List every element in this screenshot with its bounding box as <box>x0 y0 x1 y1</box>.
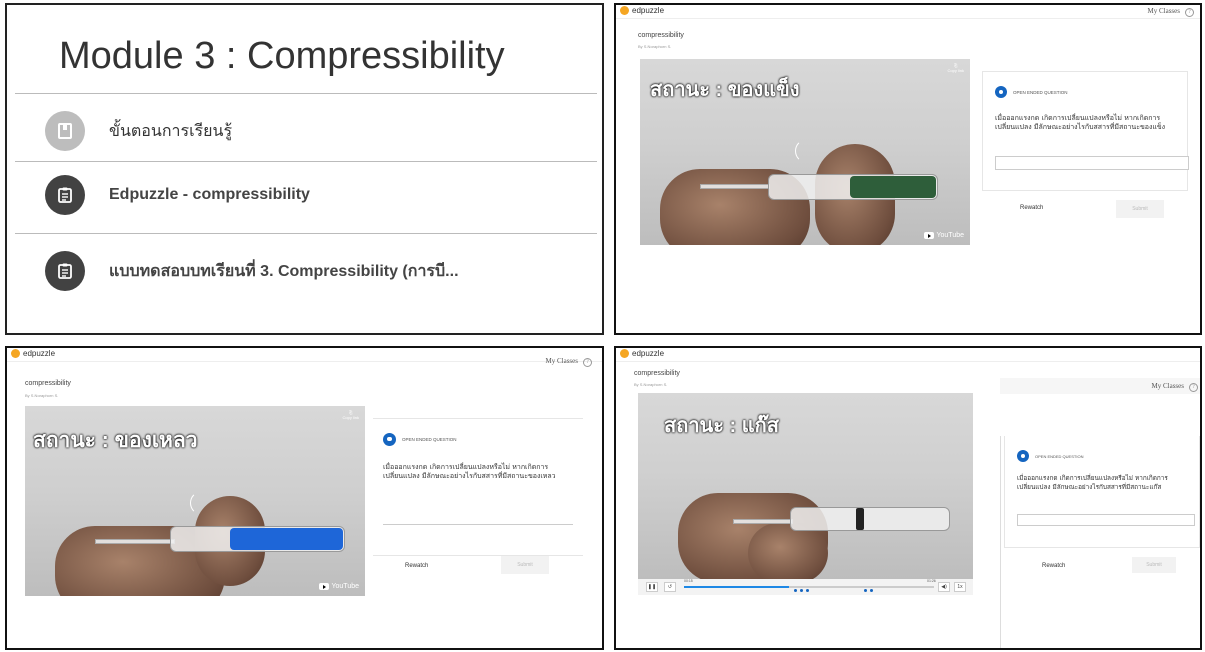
youtube-icon <box>924 232 935 239</box>
question-text: เมื่อออกแรงกด เกิดการเปลี่ยนแปลงหรือไม่ … <box>1017 474 1168 491</box>
edpuzzle-screen-liquid: edpuzzle My Classes? compressibility By … <box>5 346 604 650</box>
video-author: By S.Noraphorn S. <box>638 44 672 49</box>
youtube-logo: YouTube <box>319 583 359 590</box>
question-marker[interactable] <box>800 589 803 592</box>
module-item-label: แบบทดสอบบทเรียนที่ 3. Compressibility (ก… <box>109 262 459 280</box>
logo-icon <box>620 6 629 15</box>
top-bar: edpuzzle <box>616 348 1200 362</box>
question-card: OPEN ENDED QUESTION เมื่อออกแรงกด เกิดกา… <box>982 71 1189 191</box>
state-label: สถานะ : ของเหลว <box>33 429 198 452</box>
question-icon <box>1017 450 1029 462</box>
edpuzzle-screen-gas: edpuzzle My Classes? compressibility By … <box>614 346 1202 650</box>
syringe-plunger-seal <box>856 508 864 530</box>
assignment-icon <box>45 175 85 215</box>
question-icon <box>995 86 1007 98</box>
question-icon <box>383 433 396 446</box>
question-card: OPEN ENDED QUESTION เมื่อออกแรงกด เกิดกา… <box>373 418 583 556</box>
question-card: OPEN ENDED QUESTION เมื่อออกแรงกด เกิดกา… <box>1004 436 1200 548</box>
submit-button[interactable]: Submit <box>1116 200 1164 218</box>
pause-button[interactable]: ❚❚ <box>646 582 658 592</box>
copy-link-icon[interactable]: ⎘ Copy link <box>343 410 359 420</box>
top-bar: edpuzzle My Classes? <box>7 348 602 367</box>
question-text: เมื่อออกแรงกด เกิดการเปลี่ยนแปลงหรือไม่ … <box>995 114 1166 132</box>
video-player[interactable]: สถานะ : ของแข็ง ⎘ Copy link YouTube <box>640 59 970 245</box>
question-marker[interactable] <box>864 589 867 592</box>
classes-bar: My Classes? <box>1000 378 1200 394</box>
video-player[interactable]: สถานะ : ของเหลว ⎘ Copy link YouTube <box>25 406 365 596</box>
module-item-label: ขั้นตอนการเรียนรู้ <box>109 122 233 140</box>
speed-button[interactable]: 1x <box>954 582 966 592</box>
question-header: OPEN ENDED QUESTION <box>1017 450 1083 462</box>
divider <box>15 161 597 162</box>
top-bar: edpuzzle My Classes? <box>616 5 1200 19</box>
module-item-label: Edpuzzle - compressibility <box>109 186 310 203</box>
my-classes-link[interactable]: My Classes? <box>1152 382 1198 392</box>
hand-image <box>748 523 828 579</box>
question-marker[interactable] <box>806 589 809 592</box>
state-label: สถานะ : ของแข็ง <box>650 79 800 101</box>
help-icon[interactable]: ? <box>1189 383 1198 392</box>
submit-button[interactable]: Submit <box>1132 557 1176 573</box>
edpuzzle-screen-solid: edpuzzle My Classes? compressibility By … <box>614 3 1202 335</box>
answer-input[interactable] <box>383 511 573 525</box>
my-classes-link[interactable]: My Classes? <box>546 357 592 367</box>
video-author: By S.Noraphorn S. <box>634 382 668 387</box>
question-marker[interactable] <box>870 589 873 592</box>
question-header: OPEN ENDED QUESTION <box>383 433 457 446</box>
logo-icon <box>620 349 629 358</box>
video-author: By S.Noraphorn S. <box>25 393 59 398</box>
video-title: compressibility <box>634 370 680 377</box>
help-icon[interactable]: ? <box>583 358 592 367</box>
youtube-icon <box>319 583 330 590</box>
syringe-plunger <box>95 539 175 544</box>
my-classes-link[interactable]: My Classes? <box>1148 7 1194 17</box>
question-header: OPEN ENDED QUESTION <box>995 86 1068 98</box>
loading-spinner <box>190 491 214 515</box>
edpuzzle-logo[interactable]: edpuzzle <box>11 349 55 358</box>
syringe-plunger <box>733 519 793 524</box>
answer-input[interactable] <box>1017 514 1195 526</box>
rewatch-button[interactable]: Rewatch <box>1020 205 1043 211</box>
youtube-logo: YouTube <box>924 232 964 239</box>
loading-spinner <box>795 139 819 163</box>
page-icon <box>45 111 85 151</box>
syringe-contents <box>850 176 936 198</box>
divider <box>15 233 597 234</box>
copy-link-icon[interactable]: ⎘ Copy link <box>948 63 964 73</box>
question-text: เมื่อออกแรงกด เกิดการเปลี่ยนแปลงหรือไม่ … <box>383 463 556 481</box>
volume-button[interactable]: ◀) <box>938 582 950 592</box>
time-total: 01:26 <box>927 579 936 583</box>
edpuzzle-logo[interactable]: edpuzzle <box>620 6 664 15</box>
divider <box>15 93 597 94</box>
submit-button[interactable]: Submit <box>501 556 549 574</box>
video-controls: ❚❚ ↺ 00:15 01:26 ◀) 1x <box>638 579 973 595</box>
video-title: compressibility <box>638 32 684 39</box>
progress-bar[interactable] <box>684 586 934 588</box>
answer-input[interactable] <box>995 156 1189 170</box>
module-item-edpuzzle[interactable]: Edpuzzle - compressibility <box>45 175 310 215</box>
rewind-button[interactable]: ↺ <box>664 582 676 592</box>
progress-fill <box>684 586 789 588</box>
edpuzzle-logo[interactable]: edpuzzle <box>620 349 664 358</box>
rewatch-button[interactable]: Rewatch <box>1042 563 1065 569</box>
video-player[interactable]: สถานะ : แก๊ส <box>638 393 973 579</box>
help-icon[interactable]: ? <box>1185 8 1194 17</box>
rewatch-button[interactable]: Rewatch <box>405 563 428 569</box>
time-elapsed: 00:15 <box>684 579 693 583</box>
question-marker[interactable] <box>794 589 797 592</box>
assignment-icon <box>45 251 85 291</box>
syringe <box>790 507 950 531</box>
module-title: Module 3 : Compressibility <box>59 35 505 77</box>
syringe-contents <box>230 528 343 550</box>
module-item-quiz[interactable]: แบบทดสอบบทเรียนที่ 3. Compressibility (ก… <box>45 251 459 291</box>
syringe-plunger <box>700 184 770 189</box>
module-panel: Module 3 : Compressibility ขั้นตอนการเรี… <box>5 3 604 335</box>
logo-icon <box>11 349 20 358</box>
divider <box>1000 436 1001 648</box>
video-title: compressibility <box>25 380 71 387</box>
state-label: สถานะ : แก๊ส <box>664 415 779 437</box>
module-item-learning-steps[interactable]: ขั้นตอนการเรียนรู้ <box>45 111 232 151</box>
